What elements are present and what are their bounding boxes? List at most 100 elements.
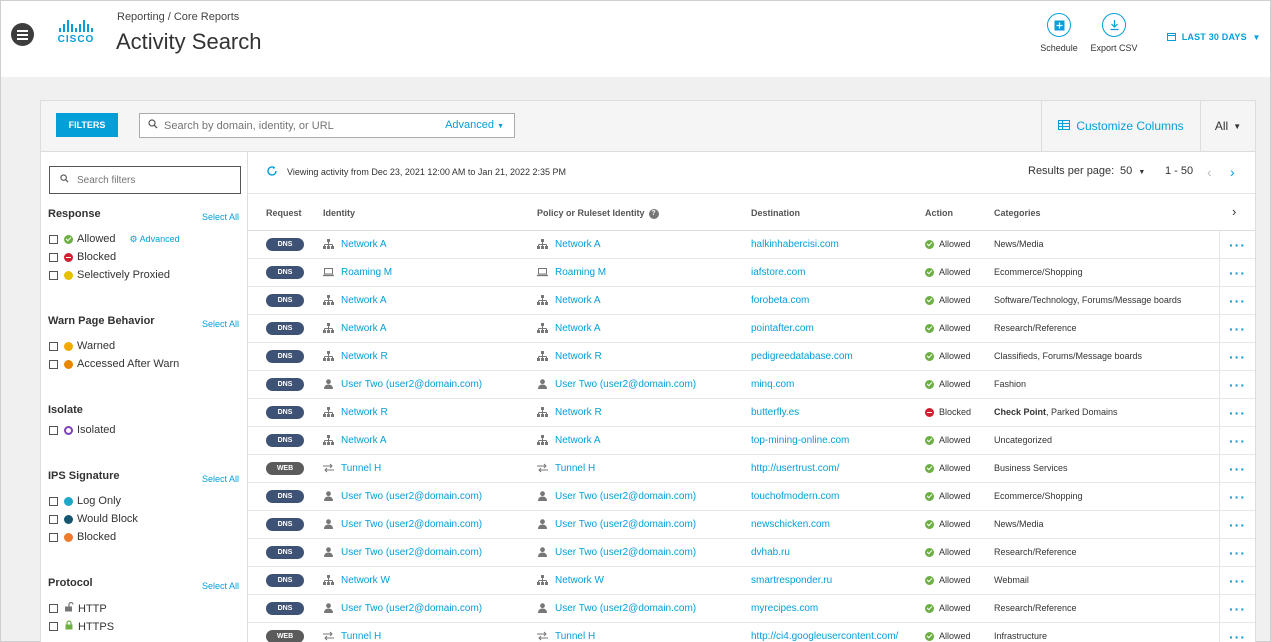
row-more-icon[interactable]: ··· bbox=[1219, 231, 1255, 258]
destination-link[interactable]: forobeta.com bbox=[751, 295, 809, 306]
filter-http[interactable]: HTTP bbox=[49, 601, 107, 615]
destination-link[interactable]: http://usertrust.com/ bbox=[751, 463, 839, 474]
table-row[interactable]: DNS User Two (user2@domain.com) User Two (… bbox=[248, 483, 1255, 511]
destination-link[interactable]: smartresponder.ru bbox=[751, 575, 832, 586]
col-destination[interactable]: Destination bbox=[751, 208, 800, 218]
destination-link[interactable]: iafstore.com bbox=[751, 267, 805, 278]
checkbox[interactable] bbox=[49, 514, 58, 524]
row-more-icon[interactable]: ··· bbox=[1219, 483, 1255, 510]
row-more-icon[interactable]: ··· bbox=[1219, 371, 1255, 398]
col-policy[interactable]: Policy or Ruleset Identity? bbox=[537, 208, 659, 219]
filter-isolated[interactable]: Isolated bbox=[49, 424, 116, 436]
ips-select-all[interactable]: Select All bbox=[202, 474, 239, 484]
col-identity[interactable]: Identity bbox=[323, 208, 355, 218]
menu-icon[interactable] bbox=[11, 23, 34, 46]
protocol-select-all[interactable]: Select All bbox=[202, 581, 239, 591]
identity-link[interactable]: User Two (user2@domain.com) bbox=[323, 547, 482, 558]
checkbox[interactable] bbox=[49, 604, 58, 613]
row-more-icon[interactable]: ··· bbox=[1219, 595, 1255, 622]
destination-link[interactable]: top-mining-online.com bbox=[751, 435, 849, 446]
destination-link[interactable]: http://ci4.googleusercontent.com/ bbox=[751, 631, 898, 642]
filter-accessed-after-warn[interactable]: Accessed After Warn bbox=[49, 358, 179, 370]
table-row[interactable]: DNS Network A Network A halkinhabercisi.com… bbox=[248, 231, 1255, 259]
policy-identity-link[interactable]: Network R bbox=[537, 407, 602, 418]
policy-identity-link[interactable]: User Two (user2@domain.com) bbox=[537, 379, 696, 390]
identity-link[interactable]: Roaming M bbox=[323, 267, 392, 278]
table-row[interactable]: DNS Network R Network R butterfly.es Blocked… bbox=[248, 399, 1255, 427]
identity-link[interactable]: Network R bbox=[323, 407, 388, 418]
destination-link[interactable]: touchofmodern.com bbox=[751, 491, 839, 502]
filter-warned[interactable]: Warned bbox=[49, 340, 115, 352]
identity-link[interactable]: Network A bbox=[323, 239, 387, 250]
table-row[interactable]: DNS User Two (user2@domain.com) User Two (… bbox=[248, 511, 1255, 539]
identity-link[interactable]: User Two (user2@domain.com) bbox=[323, 379, 482, 390]
identity-link[interactable]: Tunnel H bbox=[323, 463, 381, 474]
destination-link[interactable]: pointafter.com bbox=[751, 323, 814, 334]
destination-link[interactable]: myrecipes.com bbox=[751, 603, 818, 614]
row-more-icon[interactable]: ··· bbox=[1219, 259, 1255, 286]
policy-identity-link[interactable]: Network R bbox=[537, 351, 602, 362]
table-row[interactable]: DNS User Two (user2@domain.com) User Two (… bbox=[248, 371, 1255, 399]
policy-identity-link[interactable]: User Two (user2@domain.com) bbox=[537, 547, 696, 558]
export-csv-button[interactable]: Export CSV bbox=[1087, 13, 1141, 53]
identity-link[interactable]: Tunnel H bbox=[323, 631, 381, 642]
all-dropdown[interactable]: All ▼ bbox=[1200, 101, 1255, 151]
col-categories[interactable]: Categories bbox=[994, 208, 1041, 218]
table-row[interactable]: DNS User Two (user2@domain.com) User Two (… bbox=[248, 539, 1255, 567]
checkbox[interactable] bbox=[49, 270, 58, 280]
schedule-button[interactable]: Schedule bbox=[1037, 13, 1081, 53]
identity-link[interactable]: Network A bbox=[323, 323, 387, 334]
date-range-dropdown[interactable]: LAST 30 DAYS ▼ bbox=[1167, 32, 1261, 42]
row-more-icon[interactable]: ··· bbox=[1219, 623, 1255, 642]
destination-link[interactable]: newschicken.com bbox=[751, 519, 830, 530]
filter-allowed[interactable]: Allowed ⚙ Advanced bbox=[49, 233, 180, 245]
next-page-icon[interactable]: › bbox=[1230, 164, 1235, 180]
policy-identity-link[interactable]: Tunnel H bbox=[537, 463, 595, 474]
policy-identity-link[interactable]: Network W bbox=[537, 575, 604, 586]
identity-link[interactable]: Network R bbox=[323, 351, 388, 362]
table-row[interactable]: DNS Network R Network R pedigreedatabase.co… bbox=[248, 343, 1255, 371]
table-row[interactable]: DNS Roaming M Roaming M iafstore.com Allowed… bbox=[248, 259, 1255, 287]
filter-log-only[interactable]: Log Only bbox=[49, 495, 121, 507]
filter-would-block[interactable]: Would Block bbox=[49, 513, 138, 525]
filter-ips-blocked[interactable]: Blocked bbox=[49, 531, 116, 543]
checkbox[interactable] bbox=[49, 532, 58, 542]
row-more-icon[interactable]: ··· bbox=[1219, 455, 1255, 482]
table-row[interactable]: DNS Network W Network W smartresponder.ru Al… bbox=[248, 567, 1255, 595]
table-row[interactable]: DNS Network A Network A forobeta.com Allowed… bbox=[248, 287, 1255, 315]
identity-link[interactable]: Network A bbox=[323, 295, 387, 306]
prev-page-icon[interactable]: ‹ bbox=[1207, 164, 1212, 180]
customize-columns-button[interactable]: Customize Columns bbox=[1041, 101, 1200, 151]
breadcrumb[interactable]: Reporting / Core Reports bbox=[117, 11, 239, 23]
row-more-icon[interactable]: ··· bbox=[1219, 399, 1255, 426]
identity-link[interactable]: User Two (user2@domain.com) bbox=[323, 519, 482, 530]
destination-link[interactable]: dvhab.ru bbox=[751, 547, 790, 558]
table-row[interactable]: WEB Tunnel H Tunnel H http://usertrust.com/… bbox=[248, 455, 1255, 483]
table-row[interactable]: DNS Network A Network A top-mining-online.c… bbox=[248, 427, 1255, 455]
filter-blocked[interactable]: Blocked bbox=[49, 251, 116, 263]
filter-https[interactable]: HTTPS bbox=[49, 620, 114, 633]
destination-link[interactable]: halkinhabercisi.com bbox=[751, 239, 839, 250]
col-request[interactable]: Request bbox=[266, 208, 302, 218]
policy-identity-link[interactable]: Roaming M bbox=[537, 267, 606, 278]
checkbox[interactable] bbox=[49, 425, 58, 435]
identity-link[interactable]: User Two (user2@domain.com) bbox=[323, 491, 482, 502]
checkbox[interactable] bbox=[49, 252, 58, 262]
destination-link[interactable]: butterfly.es bbox=[751, 407, 799, 418]
advanced-search-dropdown[interactable]: Advanced ▼ bbox=[445, 119, 504, 131]
checkbox[interactable] bbox=[49, 622, 58, 631]
row-more-icon[interactable]: ··· bbox=[1219, 427, 1255, 454]
row-more-icon[interactable]: ··· bbox=[1219, 343, 1255, 370]
warn-select-all[interactable]: Select All bbox=[202, 319, 239, 329]
row-more-icon[interactable]: ··· bbox=[1219, 511, 1255, 538]
checkbox[interactable] bbox=[49, 496, 58, 506]
response-select-all[interactable]: Select All bbox=[202, 212, 239, 222]
table-row[interactable]: DNS Network A Network A pointafter.com Allow… bbox=[248, 315, 1255, 343]
destination-link[interactable]: pedigreedatabase.com bbox=[751, 351, 853, 362]
policy-identity-link[interactable]: User Two (user2@domain.com) bbox=[537, 491, 696, 502]
policy-identity-link[interactable]: Tunnel H bbox=[537, 631, 595, 642]
policy-identity-link[interactable]: User Two (user2@domain.com) bbox=[537, 603, 696, 614]
checkbox[interactable] bbox=[49, 359, 58, 369]
row-more-icon[interactable]: ··· bbox=[1219, 287, 1255, 314]
policy-identity-link[interactable]: Network A bbox=[537, 239, 601, 250]
